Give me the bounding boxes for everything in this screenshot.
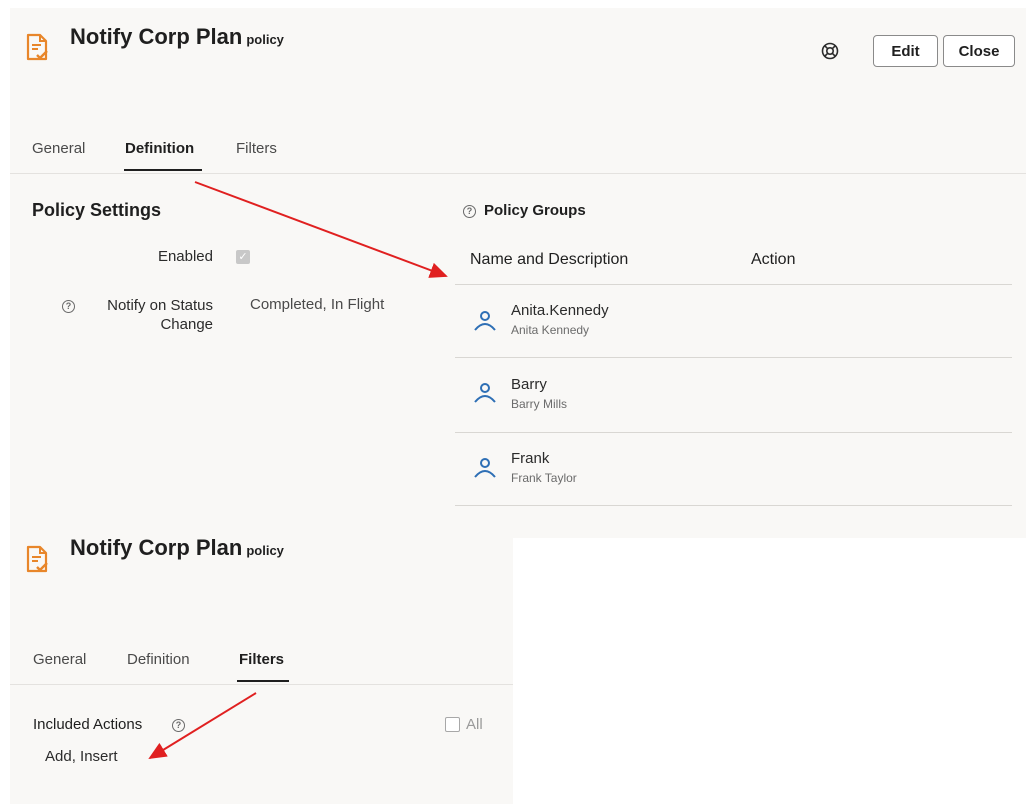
- member-name: Anita.Kennedy: [511, 302, 609, 319]
- page-title-suffix: policy: [246, 543, 284, 558]
- tab-general[interactable]: General: [33, 651, 86, 668]
- column-header-name: Name and Description: [470, 251, 629, 268]
- tabs-divider: [10, 173, 1026, 174]
- enabled-label: Enabled: [157, 248, 213, 265]
- enabled-checkbox[interactable]: ✓: [236, 250, 250, 264]
- policy-document-icon: [26, 545, 48, 573]
- edit-button[interactable]: Edit: [873, 35, 938, 67]
- member-description: Anita Kennedy: [511, 323, 590, 337]
- tab-definition[interactable]: Definition: [125, 140, 194, 157]
- member-description: Barry Mills: [511, 397, 567, 411]
- policy-groups-heading: Policy Groups: [484, 202, 586, 219]
- close-button[interactable]: Close: [943, 35, 1015, 67]
- user-icon: [474, 383, 496, 403]
- all-checkbox[interactable]: [445, 717, 460, 732]
- help-icon[interactable]: ?: [172, 719, 185, 732]
- notify-label-line2: Change: [160, 316, 213, 333]
- all-checkbox-label: All: [466, 716, 483, 733]
- page-title: Notify Corp Plan policy: [70, 535, 284, 561]
- page-title-text: Notify Corp Plan: [70, 24, 243, 49]
- help-icon[interactable]: ?: [463, 205, 476, 218]
- notify-on-status-label: Notify on Status Change: [78, 296, 213, 334]
- user-icon: [474, 311, 496, 331]
- included-actions-label: Included Actions: [33, 716, 143, 733]
- page-title-suffix: policy: [246, 32, 284, 47]
- tab-filters[interactable]: Filters: [239, 651, 284, 668]
- lifebuoy-icon[interactable]: [821, 42, 839, 60]
- tab-filters[interactable]: Filters: [236, 140, 277, 157]
- help-icon[interactable]: ?: [62, 300, 75, 313]
- table-header-divider: [455, 284, 1012, 285]
- included-actions-value: Add, Insert: [45, 748, 118, 765]
- tabs-divider: [10, 684, 513, 685]
- member-description: Frank Taylor: [511, 471, 577, 485]
- user-icon: [474, 458, 496, 478]
- member-name: Frank: [511, 450, 550, 467]
- column-header-action: Action: [751, 251, 796, 268]
- active-tab-indicator: [124, 169, 202, 171]
- row-divider: [455, 505, 1012, 506]
- row-divider: [455, 357, 1012, 358]
- tab-general[interactable]: General: [32, 140, 85, 157]
- policy-settings-heading: Policy Settings: [32, 200, 162, 220]
- page-title: Notify Corp Plan policy: [70, 24, 284, 50]
- row-divider: [455, 432, 1012, 433]
- policy-document-icon: [26, 33, 48, 61]
- tab-definition[interactable]: Definition: [127, 651, 190, 668]
- active-tab-indicator: [237, 680, 289, 682]
- notify-status-value: Completed, In Flight: [250, 296, 385, 313]
- page-title-text: Notify Corp Plan: [70, 535, 243, 560]
- notify-label-line1: Notify on Status: [107, 297, 213, 314]
- member-name: Barry: [511, 376, 547, 393]
